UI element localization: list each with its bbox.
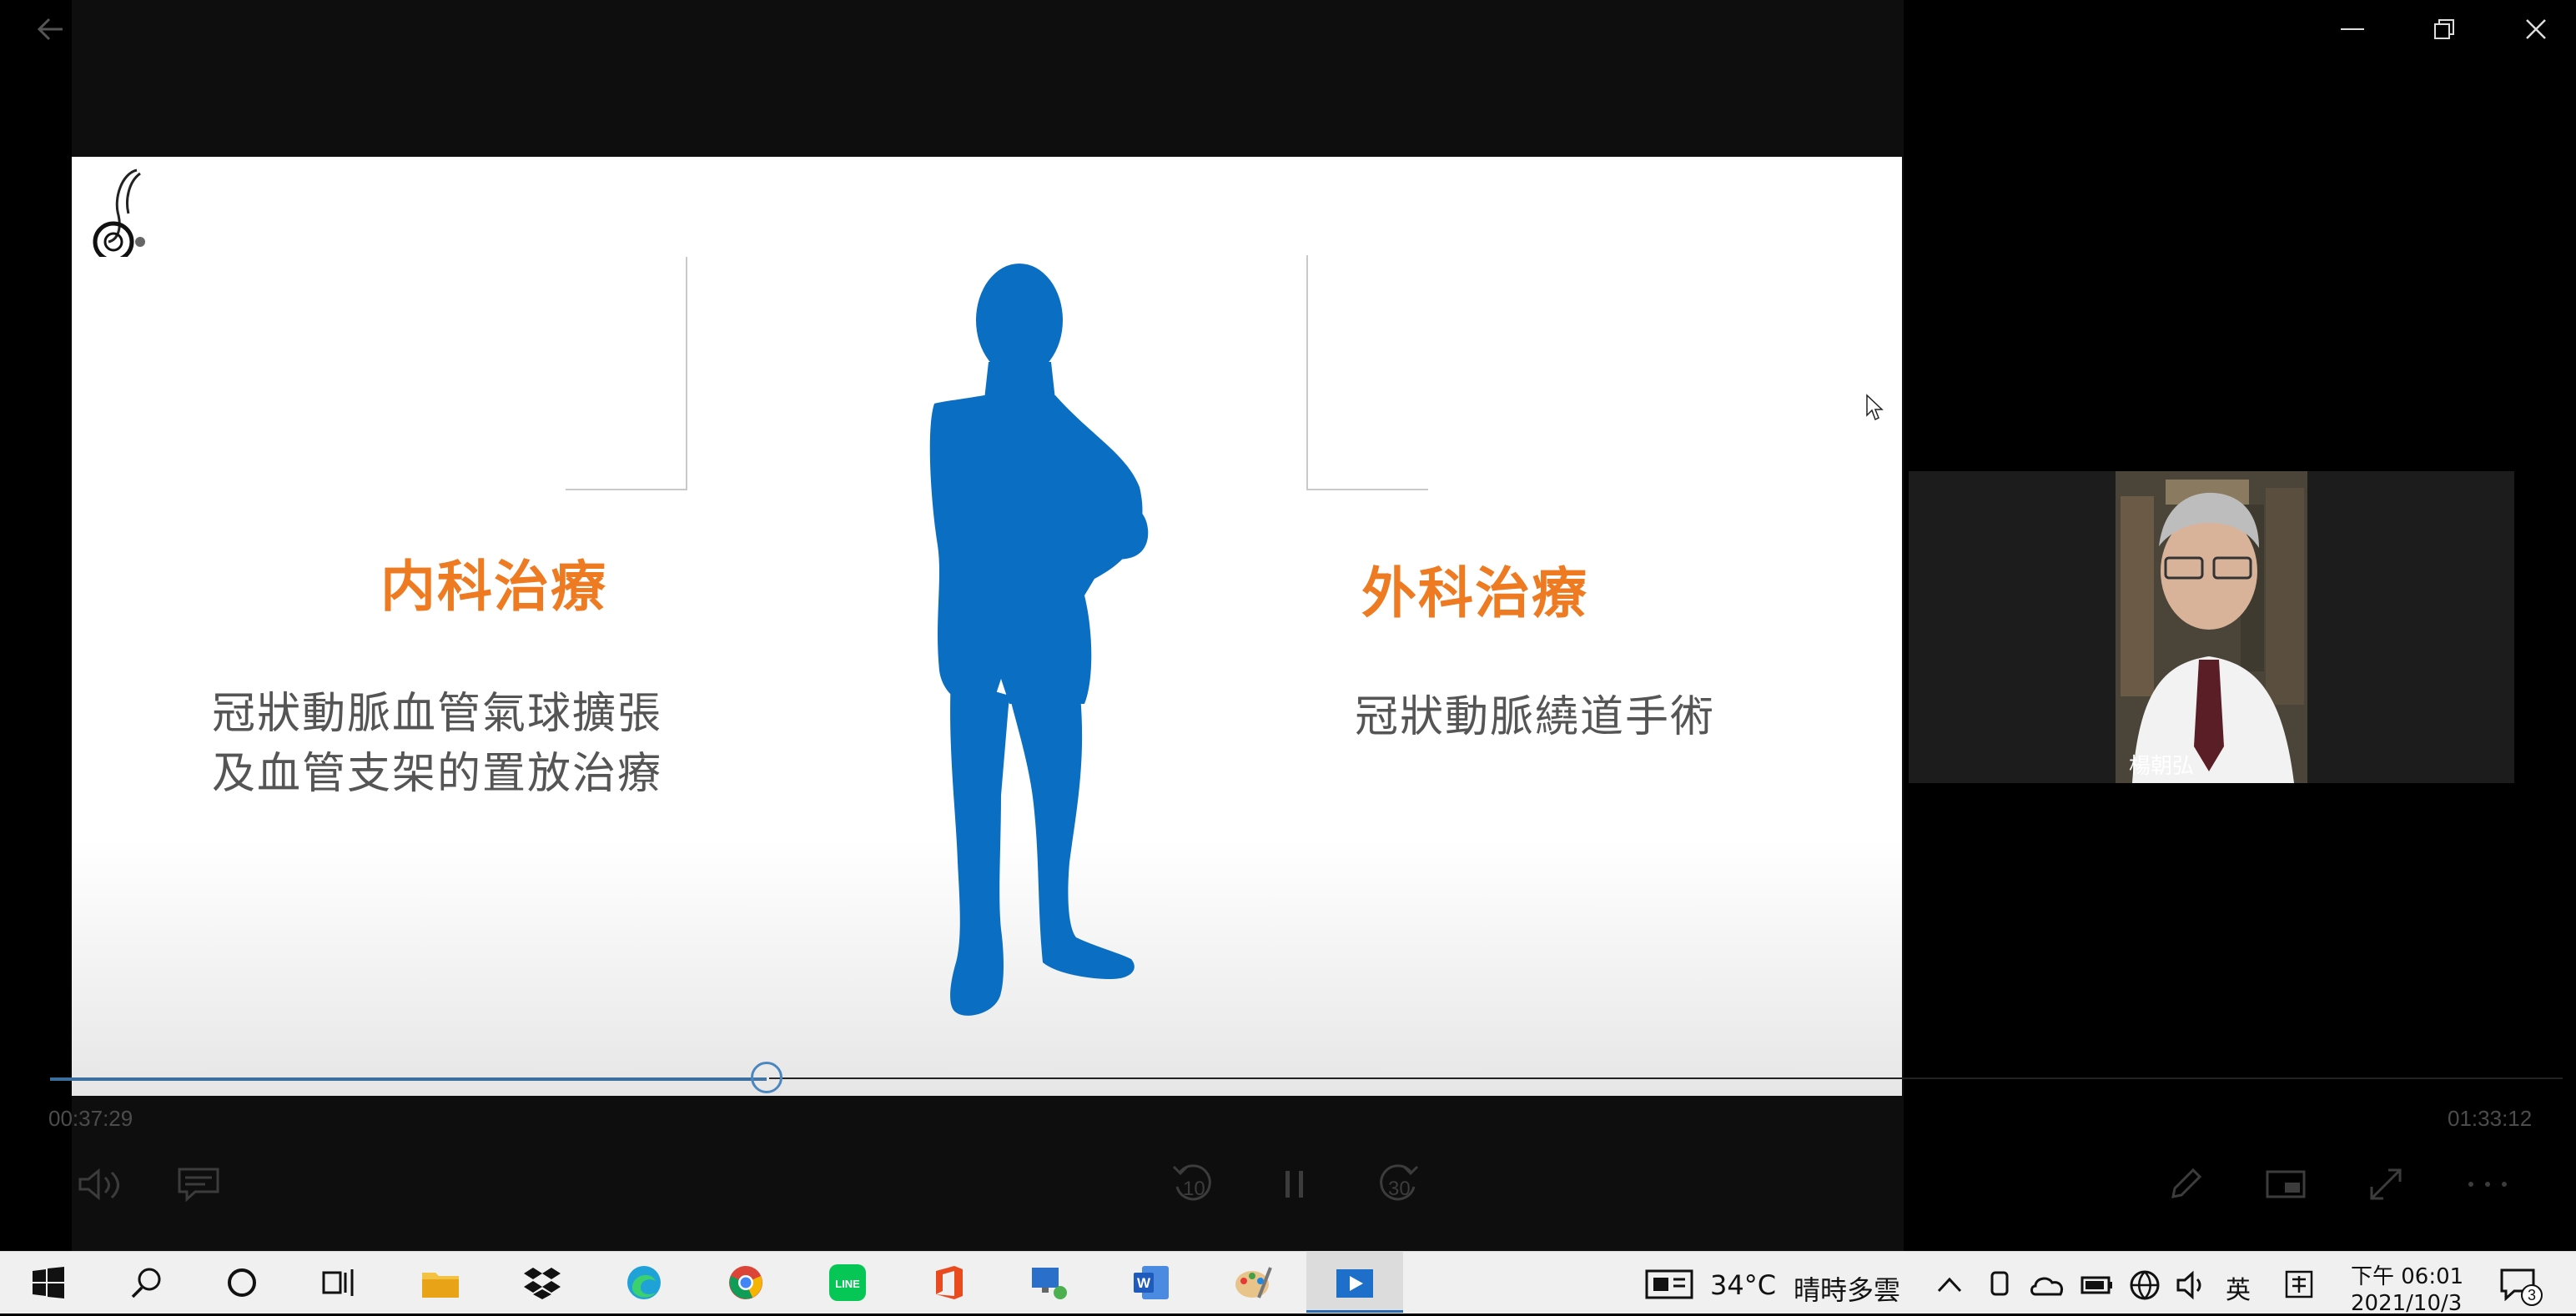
- folder-icon: [422, 1273, 459, 1298]
- participant-video: [2116, 471, 2307, 783]
- weather-temperature[interactable]: 34°C: [1710, 1269, 1776, 1301]
- businessman-silhouette: [929, 264, 1149, 1016]
- pause-icon: [1285, 1171, 1303, 1198]
- decor-line-left-vertical: [686, 257, 687, 490]
- weather-description[interactable]: 晴時多雲: [1794, 1269, 1900, 1308]
- captions-icon: [178, 1168, 219, 1202]
- network-icon[interactable]: [2129, 1269, 2161, 1304]
- presentation-slide: 内科治療 冠狀動脈血管氣球擴張 及血管支架的置放治療 外科治療 冠狀動脈繞道手術: [72, 157, 1902, 1096]
- pause-button[interactable]: [1270, 1158, 1320, 1211]
- captions-button[interactable]: [172, 1161, 225, 1208]
- restore-button[interactable]: [2402, 0, 2486, 58]
- left-body-line2: 及血管支架的置放治療: [212, 749, 663, 799]
- speaker-icon[interactable]: [2176, 1269, 2209, 1304]
- stethoscope-icon: [93, 168, 145, 257]
- seek-bar-track[interactable]: [769, 1077, 2563, 1079]
- ime-mode-icon[interactable]: [2284, 1269, 2314, 1303]
- minimize-button[interactable]: [2311, 0, 2394, 58]
- paint-icon: [1235, 1267, 1272, 1298]
- taskbar-app-office[interactable]: [929, 1263, 969, 1303]
- notification-count-badge: 3: [2521, 1284, 2543, 1306]
- taskbar-app-edge[interactable]: [624, 1263, 664, 1303]
- decor-line-right-horizontal: [1306, 489, 1428, 490]
- taskbar-app-video-player[interactable]: [1335, 1263, 1375, 1303]
- back-button[interactable]: [25, 8, 75, 50]
- taskbar-app-chrome[interactable]: [726, 1263, 766, 1303]
- seek-bar-progress[interactable]: [50, 1077, 767, 1081]
- skip-back-seconds: 10: [1183, 1178, 1205, 1200]
- right-heading: 外科治療: [1361, 561, 1588, 625]
- line-icon: LINE: [829, 1264, 866, 1301]
- total-duration: 01:33:12: [2448, 1106, 2533, 1131]
- taskbar-app-line[interactable]: LINE: [828, 1263, 868, 1303]
- skip-forward-button[interactable]: 30: [1371, 1158, 1425, 1211]
- participant-name: 楊朝弘: [2129, 754, 2195, 779]
- fullscreen-icon: [2370, 1168, 2402, 1200]
- close-icon: [2526, 19, 2546, 39]
- taskbar-app-dropbox[interactable]: [522, 1263, 562, 1303]
- volume-icon: [78, 1168, 119, 1201]
- video-player-icon: [1336, 1269, 1373, 1298]
- search-icon: [131, 1268, 161, 1298]
- dropbox-icon: [524, 1268, 561, 1299]
- word-icon: W: [1134, 1266, 1169, 1299]
- seek-bar-thumb[interactable]: [751, 1062, 782, 1093]
- back-arrow-icon: [37, 18, 63, 41]
- meet-now-icon[interactable]: [1987, 1269, 2012, 1303]
- task-view-icon: [322, 1269, 354, 1296]
- search-button[interactable]: [127, 1263, 167, 1303]
- more-options-icon: [2468, 1182, 2507, 1187]
- fullscreen-button[interactable]: [2362, 1161, 2409, 1208]
- close-button[interactable]: [2494, 0, 2576, 58]
- windows-icon: [33, 1267, 64, 1298]
- taskbar-app-file-explorer[interactable]: [420, 1263, 460, 1303]
- news-widget-icon[interactable]: [1645, 1269, 1693, 1303]
- edge-icon: [627, 1266, 661, 1299]
- cortana-button[interactable]: [222, 1263, 262, 1303]
- taskbar-app-paint[interactable]: [1233, 1263, 1273, 1303]
- skip-back-button[interactable]: 10: [1166, 1158, 1220, 1211]
- pencil-icon: [2171, 1168, 2202, 1198]
- decor-line-left-horizontal: [566, 489, 687, 490]
- task-view-button[interactable]: [320, 1263, 360, 1303]
- right-body: 冠狀動脈繞道手術: [1355, 692, 1716, 742]
- left-heading: 内科治療: [380, 555, 607, 619]
- skip-forward-seconds: 30: [1388, 1178, 1411, 1200]
- edit-button[interactable]: [2162, 1161, 2209, 1208]
- mini-view-button[interactable]: [2262, 1161, 2309, 1208]
- more-options-button[interactable]: [2463, 1161, 2513, 1208]
- volume-button[interactable]: [73, 1161, 127, 1208]
- svg-text:LINE: LINE: [835, 1278, 860, 1290]
- minimize-icon: [2341, 28, 2364, 30]
- restore-icon: [2434, 19, 2454, 39]
- chevron-up-icon: [1937, 1277, 1962, 1293]
- show-hidden-icons-button[interactable]: [1937, 1276, 1962, 1296]
- mini-view-icon: [2266, 1170, 2306, 1198]
- participant-avatar-image: [2116, 471, 2307, 783]
- cortana-icon: [228, 1268, 256, 1297]
- chrome-icon: [729, 1266, 762, 1299]
- onedrive-icon[interactable]: [2029, 1271, 2065, 1301]
- left-body-line1: 冠狀動脈血管氣球擴張: [212, 689, 663, 739]
- svg-text:W: W: [1137, 1275, 1151, 1291]
- mouse-cursor-icon: [1866, 394, 1884, 421]
- taskbar-app-word[interactable]: W: [1131, 1263, 1171, 1303]
- notification-center-button[interactable]: 3: [2499, 1268, 2543, 1306]
- office-icon: [936, 1266, 963, 1299]
- start-button[interactable]: [28, 1263, 68, 1303]
- decor-line-right-vertical: [1306, 255, 1308, 490]
- clock-time[interactable]: 下午 06:01: [2351, 1259, 2463, 1290]
- battery-icon[interactable]: [2080, 1274, 2114, 1299]
- taskbar-app-remote-desktop[interactable]: [1029, 1263, 1069, 1303]
- input-language-indicator[interactable]: 英: [2226, 1269, 2251, 1306]
- elapsed-time: 00:37:29: [48, 1106, 133, 1131]
- remote-desktop-icon: [1032, 1268, 1067, 1299]
